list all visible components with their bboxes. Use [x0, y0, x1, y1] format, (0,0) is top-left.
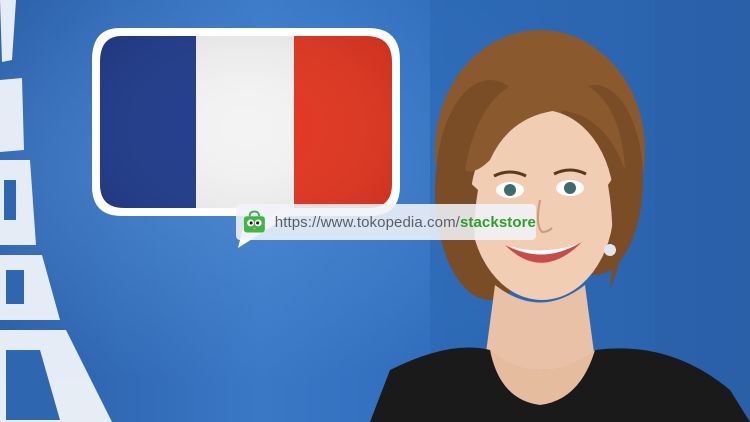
url-prefix: https://www.tokopedia.com/	[274, 213, 460, 231]
url-watermark: https://www.tokopedia.com/stackstore	[236, 204, 536, 240]
url-store: stackstore	[459, 213, 536, 231]
url-text: https://www.tokopedia.com/stackstore	[275, 214, 536, 231]
tokopedia-bag-icon	[243, 210, 265, 233]
